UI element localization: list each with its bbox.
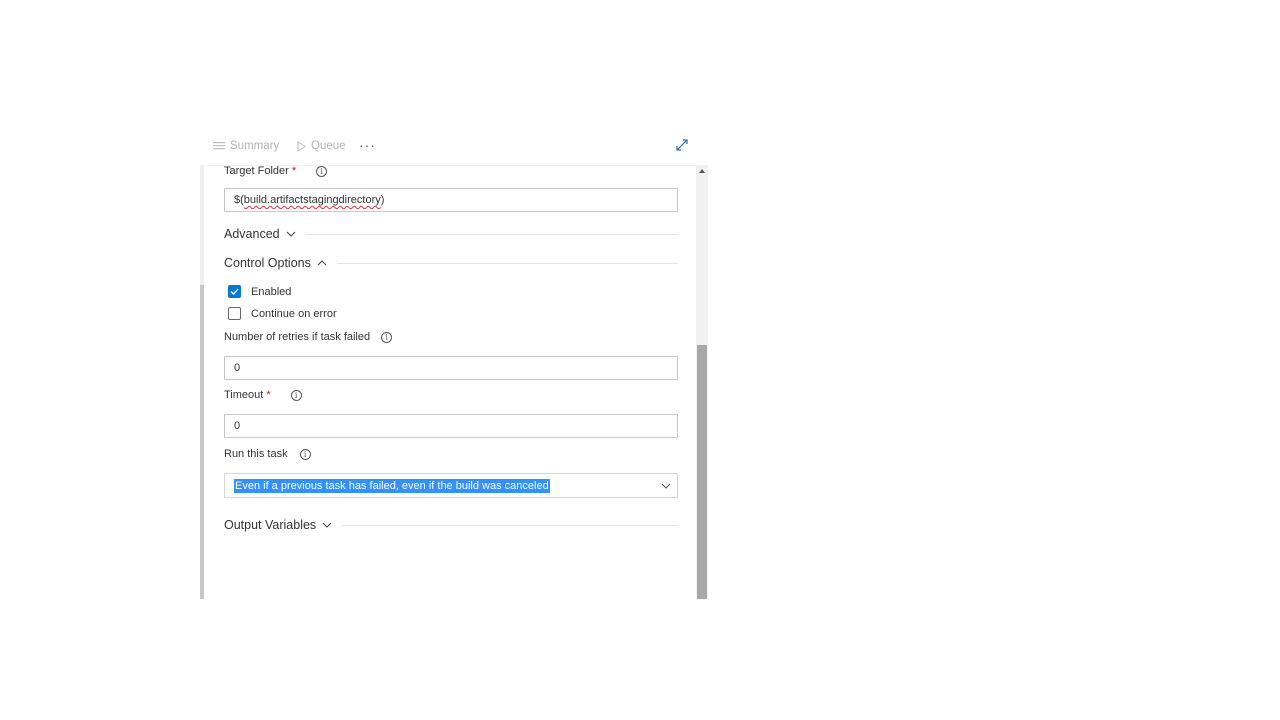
- timeout-input[interactable]: 0: [224, 414, 678, 438]
- chevron-down-icon: [322, 522, 332, 528]
- run-this-task-dropdown[interactable]: Even if a previous task has failed, even…: [224, 473, 678, 498]
- scroll-up-arrow-icon[interactable]: [699, 169, 705, 173]
- section-divider: [342, 524, 678, 526]
- continue-on-error-label: Continue on error: [251, 307, 337, 320]
- enabled-checkbox[interactable]: [228, 285, 241, 298]
- section-divider: [305, 233, 678, 235]
- retries-label-text: Number of retries if task failed: [224, 331, 371, 343]
- required-marker: *: [291, 165, 297, 177]
- advanced-title: Advanced: [224, 227, 280, 241]
- queue-label: Queue: [311, 140, 346, 152]
- queue-button[interactable]: Queue: [297, 140, 346, 152]
- checkmark-icon: [230, 288, 239, 295]
- expand-icon[interactable]: [674, 137, 690, 153]
- required-marker: *: [266, 389, 271, 401]
- chevron-up-icon: [317, 260, 327, 266]
- target-folder-input[interactable]: $(build.artifactstagingdirectory): [224, 188, 678, 212]
- enabled-label: Enabled: [251, 285, 292, 298]
- run-this-task-label: Run this task i: [224, 448, 311, 460]
- summary-label: Summary: [230, 140, 280, 152]
- target-folder-label: Target Folder * i: [224, 165, 328, 177]
- advanced-section-header[interactable]: Advanced: [224, 226, 678, 242]
- target-folder-value-prefix: $(: [234, 194, 244, 206]
- run-this-task-label-text: Run this task: [224, 448, 288, 460]
- output-variables-section-header[interactable]: Output Variables: [224, 517, 678, 533]
- output-variables-title: Output Variables: [224, 518, 317, 532]
- control-options-title: Control Options: [224, 256, 311, 270]
- continue-on-error-checkbox-row[interactable]: Continue on error: [228, 307, 337, 320]
- section-divider: [336, 262, 678, 264]
- info-icon[interactable]: i: [316, 165, 328, 177]
- continue-on-error-checkbox[interactable]: [228, 307, 241, 320]
- enabled-checkbox-row[interactable]: Enabled: [228, 285, 291, 298]
- info-icon[interactable]: i: [290, 389, 302, 401]
- play-icon: [297, 140, 306, 152]
- toolbar: Summary Queue ···: [198, 133, 710, 163]
- vertical-scrollbar[interactable]: [696, 165, 708, 599]
- timeout-label: Timeout * i: [224, 389, 302, 401]
- info-icon[interactable]: i: [299, 448, 311, 460]
- info-icon[interactable]: i: [381, 331, 393, 343]
- left-scrollbar-thumb[interactable]: [200, 285, 204, 599]
- chevron-down-icon[interactable]: [661, 481, 671, 491]
- task-editor-panel: Summary Queue ··· Target Folder * i $(bu…: [198, 133, 710, 599]
- form-content: Target Folder * i $(build.artifactstagin…: [198, 165, 710, 599]
- target-folder-value-misspelled: build.artifactstagingdirectory: [243, 194, 381, 206]
- scrollbar-thumb[interactable]: [697, 345, 707, 599]
- retries-label: Number of retries if task failed i: [224, 331, 393, 343]
- summary-button[interactable]: Summary: [213, 140, 279, 152]
- target-folder-value-suffix: ): [380, 194, 385, 206]
- list-icon: [213, 142, 225, 150]
- left-scrollbar[interactable]: [200, 165, 204, 599]
- timeout-label-text: Timeout: [224, 389, 264, 401]
- retries-input[interactable]: 0: [224, 356, 678, 380]
- control-options-section-header[interactable]: Control Options: [224, 255, 678, 271]
- run-this-task-selected-value: Even if a previous task has failed, even…: [234, 479, 550, 493]
- target-folder-label-text: Target Folder: [224, 165, 289, 177]
- more-options-button[interactable]: ···: [359, 137, 376, 153]
- chevron-down-icon: [286, 231, 295, 237]
